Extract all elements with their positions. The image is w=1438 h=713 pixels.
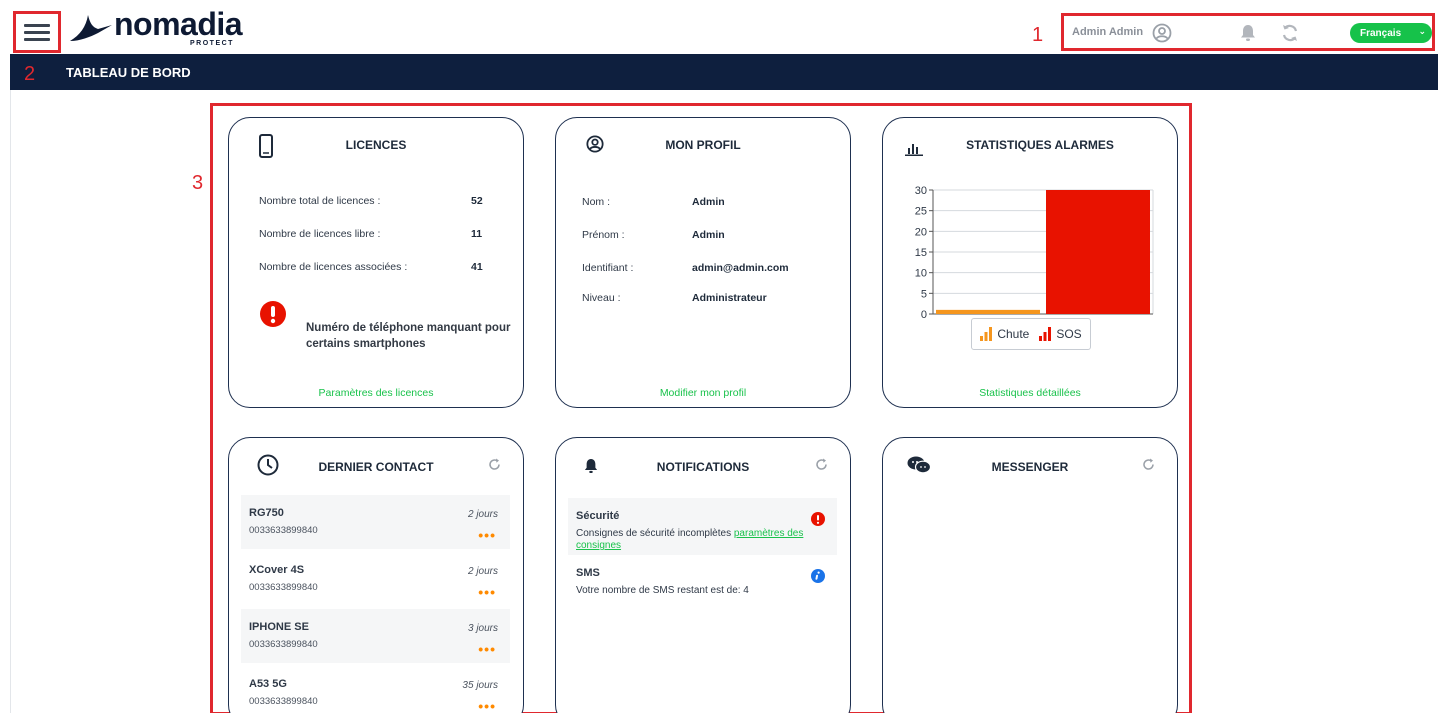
licences-free-value: 11: [471, 228, 483, 240]
licences-settings-link[interactable]: Paramètres des licences: [229, 387, 523, 399]
more-options-icon[interactable]: •••: [478, 584, 496, 600]
notification-title: Sécurité: [576, 510, 620, 522]
contact-time: 35 jours: [462, 680, 498, 691]
edit-profile-link[interactable]: Modifier mon profil: [556, 387, 850, 399]
contact-name: XCover 4S: [249, 564, 305, 576]
profile-card: MON PROFIL Nom : Admin Prénom : Admin Id…: [555, 117, 851, 408]
contact-time: 2 jours: [467, 566, 498, 577]
annotation-1: 1: [1032, 24, 1044, 46]
y-tick-label: 15: [915, 247, 927, 259]
more-options-icon[interactable]: •••: [478, 698, 496, 713]
bar-chute: [936, 309, 1040, 314]
contact-number: 0033633899840: [249, 696, 318, 707]
contact-time: 3 jours: [467, 623, 498, 634]
chart-legend[interactable]: Chute SOS: [971, 318, 1091, 350]
contact-row[interactable]: A53 5G 0033633899840 35 jours •••: [241, 666, 510, 713]
profile-level-value: Administrateur: [692, 292, 767, 304]
licences-title: LICENCES: [345, 138, 407, 152]
contact-row[interactable]: XCover 4S 0033633899840 2 jours •••: [241, 552, 510, 606]
licences-free-label: Nombre de licences libre :: [259, 228, 381, 240]
contact-name: IPHONE SE: [249, 621, 309, 633]
menu-icon: [24, 20, 50, 45]
more-options-icon[interactable]: •••: [478, 527, 496, 543]
user-name[interactable]: Admin Admin: [1072, 26, 1143, 38]
chevron-down-icon: ⌄: [1418, 26, 1426, 36]
legend-sos-icon: [1039, 327, 1052, 341]
logo-subtitle: PROTECT: [190, 40, 234, 47]
notification-title: SMS: [576, 567, 600, 579]
messenger-card: MESSENGER: [882, 437, 1178, 713]
profile-level-label: Niveau :: [582, 292, 621, 304]
y-tick-label: 0: [921, 309, 927, 318]
hamburger-menu-button[interactable]: [13, 11, 61, 53]
info-icon: [811, 569, 825, 583]
page-title: TABLEAU DE BORD: [66, 65, 191, 80]
contact-row[interactable]: RG750 0033633899840 2 jours •••: [241, 495, 510, 549]
profile-nom-value: Admin: [692, 196, 725, 208]
profile-prenom-value: Admin: [692, 229, 725, 241]
y-tick-label: 5: [921, 288, 927, 300]
notification-item[interactable]: SMS Votre nombre de SMS restant est de: …: [568, 555, 837, 605]
error-icon: [260, 301, 286, 327]
legend-item-sos[interactable]: SOS: [1039, 327, 1082, 341]
contact-time: 2 jours: [467, 509, 498, 520]
notification-body: Votre nombre de SMS restant est de: 4: [576, 585, 749, 596]
last-contact-title: DERNIER CONTACT: [318, 460, 434, 474]
error-icon: [811, 512, 825, 526]
refresh-icon[interactable]: [1142, 458, 1155, 471]
profile-title: MON PROFIL: [665, 138, 741, 152]
refresh-icon[interactable]: [1280, 23, 1300, 43]
y-tick-label: 10: [915, 268, 927, 280]
notification-item[interactable]: Sécurité Consignes de sécurité incomplèt…: [568, 498, 837, 555]
refresh-icon[interactable]: [815, 458, 828, 471]
stats-card: STATISTIQUES ALARMES 0 5 10 15 20 25 30 Chute …: [882, 117, 1178, 408]
notification-text: Consignes de sécurité incomplètes: [576, 528, 734, 539]
licences-card: LICENCES Nombre total de licences : 52 N…: [228, 117, 524, 408]
licences-total-value: 52: [471, 195, 483, 207]
top-header: nomadia PROTECT 1 Admin Admin Français ⌄: [0, 0, 1438, 54]
contact-number: 0033633899840: [249, 525, 318, 536]
licences-assoc-label: Nombre de licences associées :: [259, 261, 408, 273]
profile-id-value: admin@admin.com: [692, 262, 789, 274]
alarm-bar-chart: 0 5 10 15 20 25 30: [915, 185, 1154, 318]
annotation-2: 2: [24, 63, 36, 85]
refresh-icon[interactable]: [488, 458, 501, 471]
licences-alert-text: Numéro de téléphone manquant pour certai…: [306, 322, 511, 350]
bar-sos: [1046, 190, 1150, 314]
profile-id-label: Identifiant :: [582, 262, 634, 274]
logo-text: nomadia: [114, 5, 243, 42]
notification-body: Consignes de sécurité incomplètes paramè…: [576, 528, 816, 552]
contact-number: 0033633899840: [249, 582, 318, 593]
notifications-card: NOTIFICATIONS Sécurité Consignes de sécu…: [555, 437, 851, 713]
profile-prenom-label: Prénom :: [582, 229, 625, 241]
contact-name: A53 5G: [249, 678, 287, 690]
bell-icon[interactable]: [1240, 24, 1256, 42]
language-select[interactable]: Français ⌄: [1350, 23, 1432, 43]
profile-nom-label: Nom :: [582, 196, 611, 208]
notifications-title: NOTIFICATIONS: [656, 460, 750, 474]
more-options-icon[interactable]: •••: [478, 641, 496, 657]
language-label: Français: [1360, 27, 1402, 39]
legend-chute-label: Chute: [997, 327, 1030, 341]
annotation-3: 3: [192, 172, 204, 194]
legend-chute-icon: [980, 327, 993, 341]
last-contact-card: DERNIER CONTACT RG750 0033633899840 2 jo…: [228, 437, 524, 713]
licences-total-label: Nombre total de licences :: [259, 195, 381, 207]
y-tick-label: 30: [915, 185, 927, 197]
messenger-title: MESSENGER: [991, 460, 1069, 474]
licences-assoc-value: 41: [471, 261, 483, 273]
contact-number: 0033633899840: [249, 639, 318, 650]
detailed-stats-link[interactable]: Statistiques détaillées: [883, 387, 1177, 399]
contact-row[interactable]: IPHONE SE 0033633899840 3 jours •••: [241, 609, 510, 663]
page-title-bar: TABLEAU DE BORD: [10, 54, 1438, 90]
y-tick-label: 25: [915, 206, 927, 218]
legend-sos-label: SOS: [1056, 327, 1082, 341]
user-toolbar: Admin Admin Français ⌄: [1061, 13, 1435, 51]
contact-name: RG750: [249, 507, 284, 519]
y-tick-label: 20: [915, 226, 927, 238]
legend-item-chute[interactable]: Chute: [980, 327, 1029, 341]
left-divider: [10, 90, 11, 713]
bird-logo-icon: [70, 15, 112, 41]
user-avatar-icon[interactable]: [1152, 23, 1172, 43]
